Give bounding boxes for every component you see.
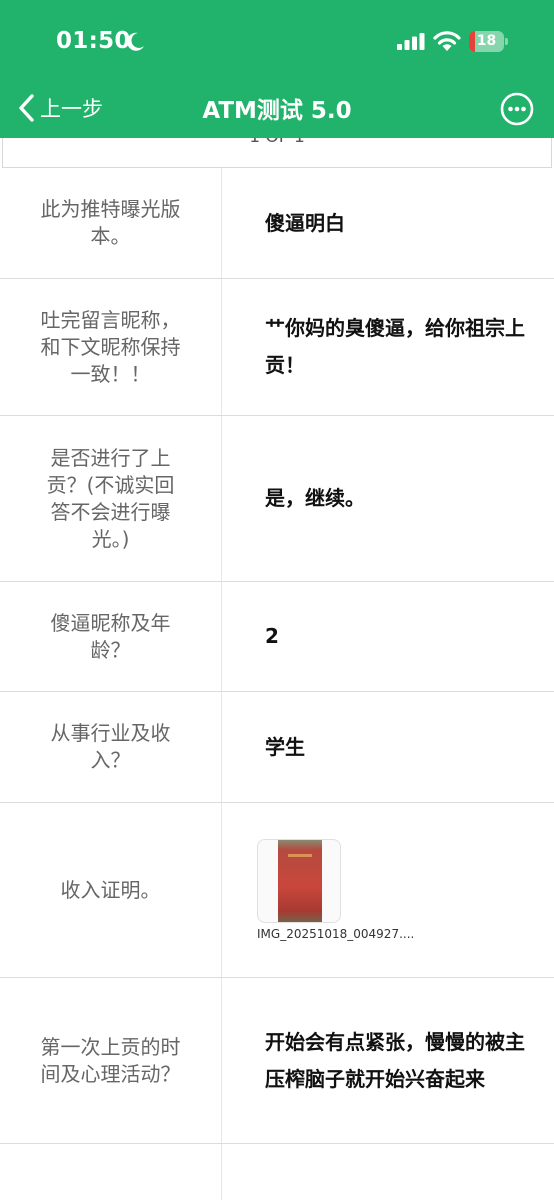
chevron-left-icon (19, 94, 34, 122)
signal-icon (397, 33, 425, 50)
pager-label: 1 OF 1 (3, 138, 551, 147)
answer-cell: IMG_20251018_004927.... (222, 803, 554, 977)
table-row (0, 1144, 554, 1200)
question-cell: 第一次上贡的时间及心理活动？ (0, 978, 222, 1143)
answer-cell: 是，继续。 (265, 486, 365, 510)
table-row: 收入证明。 IMG_20251018_004927.... (0, 803, 554, 978)
battery-icon: 18 (469, 31, 509, 52)
table-row: 吐完留言昵称，和下文昵称保持一致！！ 艹你妈的臭傻逼，给你祖宗上贡！ (0, 279, 554, 416)
answer-cell (222, 1144, 554, 1200)
answer-cell: 艹你妈的臭傻逼，给你祖宗上贡！ (265, 316, 525, 377)
table-row: 第一次上贡的时间及心理活动？ 开始会有点紧张，慢慢的被主压榨脑子就开始兴奋起来 (0, 978, 554, 1144)
wifi-icon (433, 31, 461, 51)
question-cell: 吐完留言昵称，和下文昵称保持一致！！ (0, 279, 222, 415)
attachment[interactable]: IMG_20251018_004927.... (257, 838, 415, 942)
status-time: 01:50 (56, 28, 131, 54)
question-cell: 是否进行了上贡？(不诚实回答不会进行曝光。) (0, 416, 222, 581)
pager: 1 OF 1 (2, 138, 552, 168)
question-cell: 此为推特曝光版本。 (0, 168, 222, 278)
back-button[interactable]: 上一步 (16, 90, 103, 126)
attachment-filename: IMG_20251018_004927.... (257, 926, 415, 941)
battery-level: 18 (476, 33, 497, 49)
table-row: 此为推特曝光版本。 傻逼明白 (0, 168, 554, 279)
status-bar: 01:50 18 (0, 0, 554, 80)
photo-image (278, 839, 322, 922)
page-title: ATM测试 5.0 (202, 98, 352, 124)
answer-cell: 学生 (265, 734, 305, 759)
photo-detail (288, 853, 312, 857)
table-row: 是否进行了上贡？(不诚实回答不会进行曝光。) 是，继续。 (0, 416, 554, 582)
question-cell: 傻逼昵称及年龄？ (0, 582, 222, 691)
nav-bar: 上一步 ATM测试 5.0 (0, 80, 554, 138)
battery-cap (505, 38, 508, 45)
question-cell: 收入证明。 (0, 803, 222, 977)
back-label: 上一步 (40, 97, 103, 121)
moon-icon (127, 32, 144, 51)
table-row: 从事行业及收入？ 学生 (0, 692, 554, 803)
answer-cell: 2 (265, 624, 279, 648)
question-cell: 从事行业及收入？ (0, 692, 222, 802)
app-header: 01:50 18 上一步 ATM测试 5.0 (0, 0, 554, 138)
question-cell (0, 1144, 222, 1200)
answer-cell: 开始会有点紧张，慢慢的被主压榨脑子就开始兴奋起来 (265, 1029, 525, 1091)
form-table: 1 OF 1 此为推特曝光版本。 傻逼明白 吐完留言昵称，和下文昵称保持一致！！… (0, 138, 554, 1200)
more-options-icon[interactable] (500, 92, 534, 126)
table-row: 傻逼昵称及年龄？ 2 (0, 582, 554, 692)
answer-cell: 傻逼明白 (265, 210, 345, 235)
battery-body: 18 (469, 31, 504, 52)
attachment-thumbnail[interactable] (257, 838, 341, 923)
